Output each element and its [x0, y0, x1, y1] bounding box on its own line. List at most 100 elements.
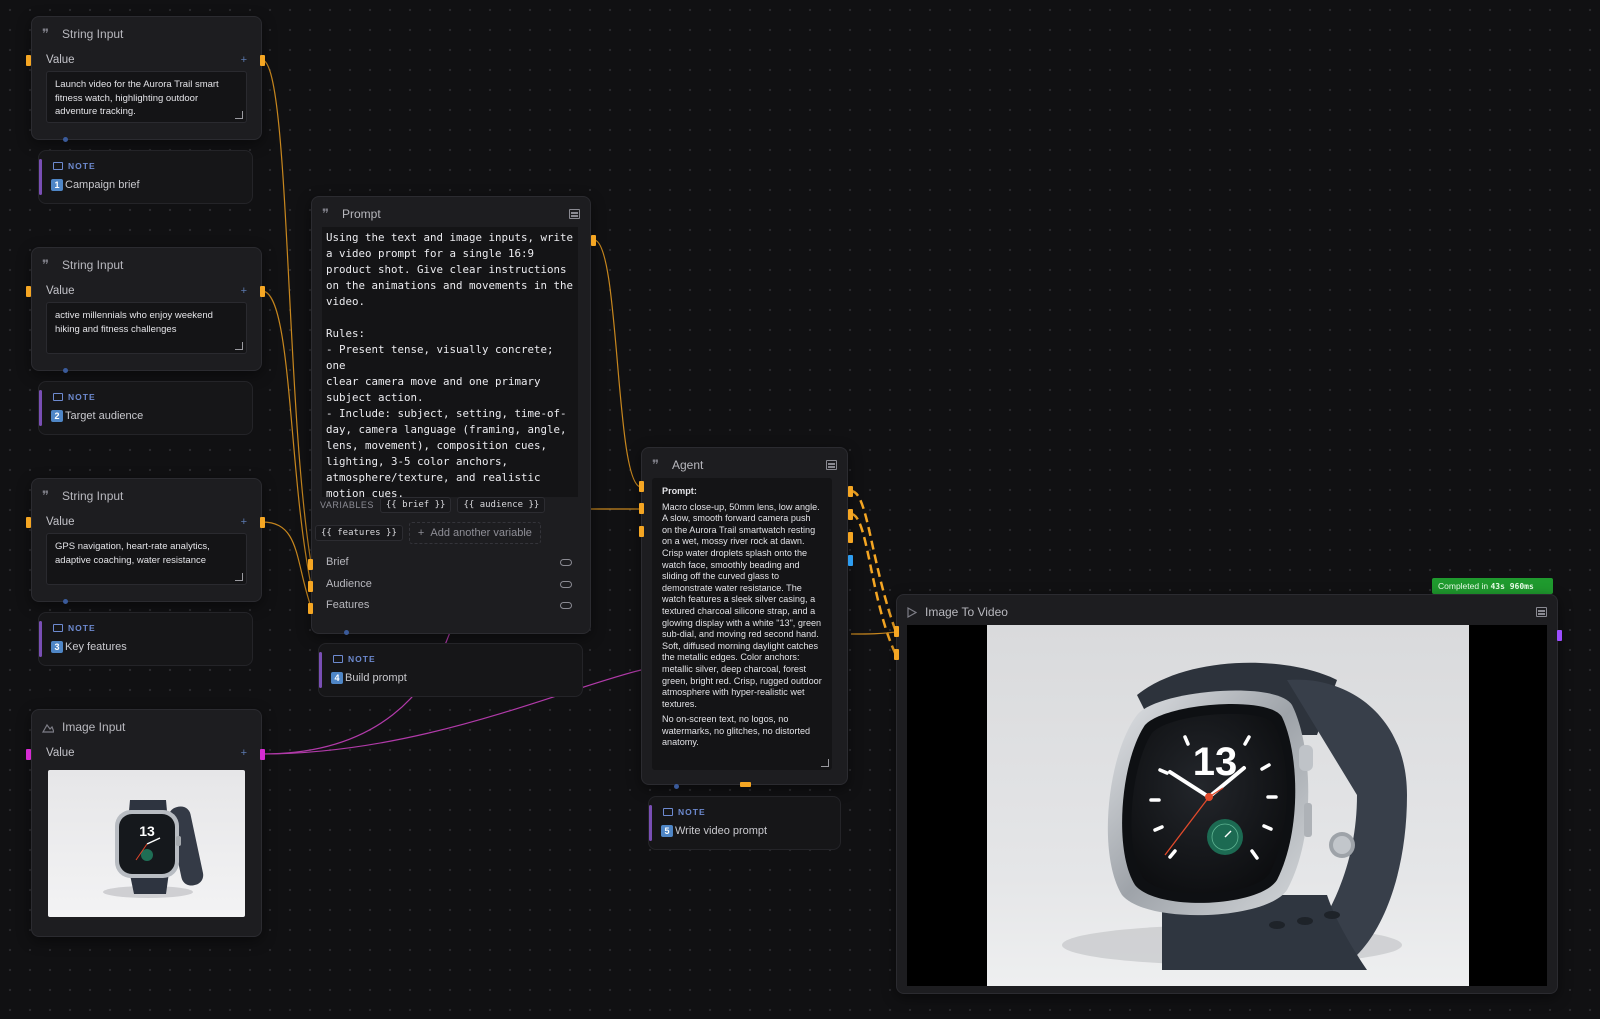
audience-text: active millennials who enjoy weekend hik… [55, 310, 213, 335]
panel-icon[interactable] [569, 209, 580, 219]
panel-icon[interactable] [1536, 607, 1547, 617]
input-row-brief[interactable]: Brief [326, 555, 572, 569]
note-build-prompt[interactable]: NOTE 4 Build prompt [318, 643, 583, 697]
plus-icon[interactable]: + [241, 516, 247, 528]
string-input-3-left-port[interactable] [26, 517, 31, 528]
node-anchor-dot[interactable] [63, 368, 68, 373]
prompt-output-port[interactable] [591, 235, 596, 246]
node-anchor-dot[interactable] [63, 137, 68, 142]
plus-icon[interactable]: + [241, 747, 247, 759]
prompt-features-port[interactable] [308, 603, 313, 614]
quote-icon: ❞ [322, 206, 329, 222]
comment-icon [53, 162, 63, 170]
resize-handle-icon[interactable] [821, 759, 829, 767]
variable-chip-features[interactable]: {{ features }} [315, 525, 403, 541]
quote-icon: ❞ [42, 488, 49, 504]
comment-icon [53, 624, 63, 632]
note-accent-bar [39, 390, 42, 426]
variables-label: VARIABLES [320, 500, 374, 510]
agent-output-port-2[interactable] [848, 509, 853, 520]
node-header[interactable]: ❞ Prompt [312, 197, 590, 231]
resize-handle-icon[interactable] [235, 111, 243, 119]
prompt-template-editor[interactable]: Using the text and image inputs, write a… [322, 227, 578, 497]
string-input-2-left-port[interactable] [26, 286, 31, 297]
video-input-port-2[interactable] [894, 649, 899, 660]
panel-icon[interactable] [826, 460, 837, 470]
link-icon[interactable] [560, 580, 572, 588]
string-input-1-output-port[interactable] [260, 55, 265, 66]
agent-output-text[interactable]: Prompt: Macro close-up, 50mm lens, low a… [652, 478, 832, 770]
input-label: Audience [326, 578, 372, 590]
value-label: Value [46, 54, 75, 66]
note-target-audience[interactable]: NOTE 2 Target audience [38, 381, 253, 435]
note-campaign-brief[interactable]: NOTE 1 Campaign brief [38, 150, 253, 204]
image-input-left-port[interactable] [26, 749, 31, 760]
brief-text-input[interactable]: Launch video for the Aurora Trail smart … [46, 71, 247, 123]
agent-output-port-1[interactable] [848, 486, 853, 497]
link-icon[interactable] [560, 558, 572, 566]
audience-text-input[interactable]: active millennials who enjoy weekend hik… [46, 302, 247, 354]
note-accent-bar [39, 621, 42, 657]
features-text-input[interactable]: GPS navigation, heart-rate analytics, ad… [46, 533, 247, 585]
plus-icon[interactable]: + [241, 54, 247, 66]
workflow-canvas[interactable]: ❞ String Input Value + Launch video for t… [0, 0, 1600, 1019]
agent-input-port-2[interactable] [639, 503, 644, 514]
node-anchor-dot[interactable] [674, 784, 679, 789]
quote-icon: ❞ [42, 26, 49, 42]
features-text: GPS navigation, heart-rate analytics, ad… [55, 541, 210, 566]
agent-bottom-port[interactable] [740, 782, 751, 787]
video-player[interactable]: 13 [907, 625, 1547, 986]
variable-chip-audience[interactable]: {{ audience }} [457, 497, 546, 513]
node-header[interactable]: Image To Video [897, 595, 1557, 629]
number-badge: 4 [331, 672, 343, 684]
video-input-port-1[interactable] [894, 626, 899, 637]
string-input-node-3[interactable]: ❞ String Input Value + GPS navigation, he… [31, 478, 262, 602]
node-anchor-dot[interactable] [63, 599, 68, 604]
note-accent-bar [319, 652, 322, 688]
node-anchor-dot[interactable] [344, 630, 349, 635]
note-write-video-prompt[interactable]: NOTE 5 Write video prompt [648, 796, 841, 850]
input-row-features[interactable]: Features [326, 598, 572, 612]
image-input-output-port[interactable] [260, 749, 265, 760]
resize-handle-icon[interactable] [235, 342, 243, 350]
negative-prompt-text: No on-screen text, no logos, no watermar… [662, 714, 811, 748]
node-header[interactable]: ❞ String Input [32, 248, 261, 282]
node-title: Image To Video [925, 605, 1008, 619]
value-label: Value [46, 516, 75, 528]
prompt-audience-port[interactable] [308, 581, 313, 592]
add-variable-button[interactable]: + Add another variable [408, 522, 541, 544]
node-header[interactable]: ❞ String Input [32, 17, 261, 51]
image-input-node[interactable]: Image Input Value + 13 [31, 709, 262, 937]
input-label: Features [326, 599, 370, 611]
status-prefix: Completed in [1438, 581, 1489, 591]
string-input-node-1[interactable]: ❞ String Input Value + Launch video for t… [31, 16, 262, 140]
node-header[interactable]: Image Input [32, 710, 261, 744]
string-input-2-output-port[interactable] [260, 286, 265, 297]
resize-handle-icon[interactable] [235, 573, 243, 581]
node-title: String Input [62, 258, 124, 272]
generated-video-frame: 13 [987, 625, 1469, 986]
string-input-node-2[interactable]: ❞ String Input Value + active millennials… [31, 247, 262, 371]
link-icon[interactable] [560, 601, 572, 609]
agent-node[interactable]: ❞ Agent Prompt: Macro close-up, 50mm len… [641, 447, 848, 785]
input-row-audience[interactable]: Audience [326, 577, 572, 591]
plus-icon[interactable]: + [241, 285, 247, 297]
node-header[interactable]: ❞ String Input [32, 479, 261, 513]
image-to-video-node[interactable]: Image To Video 13 [896, 594, 1558, 994]
variable-chip-brief[interactable]: {{ brief }} [379, 497, 452, 513]
prompt-brief-port[interactable] [308, 559, 313, 570]
agent-output-port-3[interactable] [848, 532, 853, 543]
note-label: NOTE [68, 623, 96, 633]
video-output-port[interactable] [1557, 630, 1562, 641]
note-key-features[interactable]: NOTE 3 Key features [38, 612, 253, 666]
string-input-1-left-port[interactable] [26, 55, 31, 66]
image-icon [42, 723, 54, 733]
agent-output-port-4[interactable] [848, 555, 853, 566]
string-input-3-output-port[interactable] [260, 517, 265, 528]
value-label: Value [46, 747, 75, 759]
agent-input-port-1[interactable] [639, 481, 644, 492]
prompt-node[interactable]: ❞ Prompt Using the text and image inputs… [311, 196, 591, 634]
node-header[interactable]: ❞ Agent [642, 448, 847, 482]
play-icon [907, 606, 917, 618]
agent-input-port-3[interactable] [639, 526, 644, 537]
